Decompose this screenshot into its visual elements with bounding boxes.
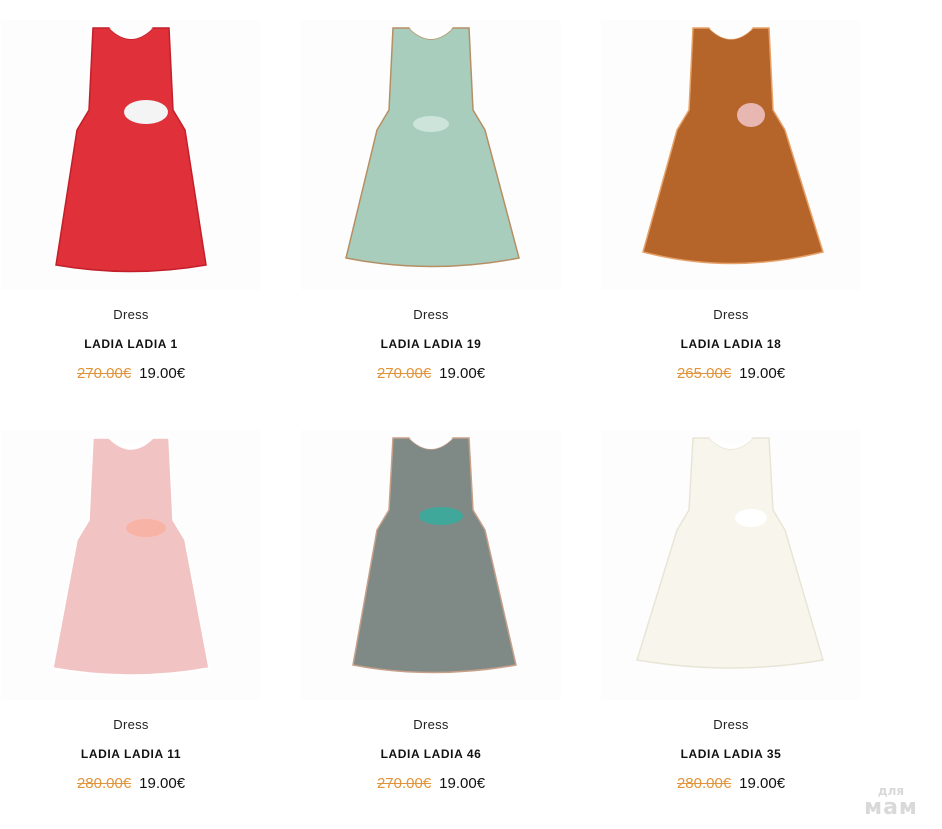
product-image[interactable] <box>601 20 861 290</box>
old-price: 265.00€ <box>676 365 732 382</box>
old-price: 270.00€ <box>76 365 132 382</box>
product-name[interactable]: LADIA LADIA 35 <box>601 747 861 761</box>
dress-image <box>52 437 210 676</box>
dress-flower <box>419 507 463 525</box>
sale-price: 19.00€ <box>439 365 486 382</box>
product-name[interactable]: LADIA LADIA 19 <box>301 337 561 351</box>
product-image[interactable] <box>601 430 861 700</box>
dress-flower <box>735 509 767 527</box>
price-row: 270.00€ 19.00€ <box>301 365 561 382</box>
dress-image <box>352 437 517 674</box>
dress-flower <box>124 100 168 124</box>
sale-price: 19.00€ <box>139 365 186 382</box>
product-category: Dress <box>113 307 149 322</box>
product-image[interactable] <box>1 430 261 700</box>
dress-image <box>636 437 824 669</box>
old-price: 270.00€ <box>376 365 432 382</box>
product-image[interactable] <box>1 20 261 290</box>
product-card[interactable]: Dress LADIA LADIA 1 270.00€ 19.00€ <box>1 20 261 410</box>
dress-flower <box>737 103 765 127</box>
sale-price: 19.00€ <box>439 775 486 792</box>
dress-image <box>55 27 207 273</box>
watermark-logo: для мам <box>856 785 926 819</box>
dress-body <box>352 437 517 674</box>
dress-body <box>636 437 824 669</box>
sale-price: 19.00€ <box>739 365 786 382</box>
product-category: Dress <box>713 717 749 732</box>
product-name[interactable]: LADIA LADIA 18 <box>601 337 861 351</box>
watermark-bottom: мам <box>864 795 918 820</box>
product-image[interactable] <box>301 430 561 700</box>
product-grid: Dress LADIA LADIA 1 270.00€ 19.00€ Dress … <box>0 0 942 829</box>
product-card[interactable]: Dress LADIA LADIA 19 270.00€ 19.00€ <box>301 20 561 410</box>
dress-body <box>345 27 520 268</box>
product-card[interactable]: Dress LADIA LADIA 35 280.00€ 19.00€ <box>601 430 861 820</box>
price-row: 280.00€ 19.00€ <box>1 775 261 792</box>
dress-bow <box>413 116 449 132</box>
product-category: Dress <box>113 717 149 732</box>
price-row: 265.00€ 19.00€ <box>601 365 861 382</box>
product-category: Dress <box>713 307 749 322</box>
product-card[interactable]: Dress LADIA LADIA 11 280.00€ 19.00€ <box>1 430 261 820</box>
dress-body <box>55 27 207 273</box>
product-card[interactable]: Dress LADIA LADIA 46 270.00€ 19.00€ <box>301 430 561 820</box>
product-name[interactable]: LADIA LADIA 1 <box>1 337 261 351</box>
dress-image <box>642 27 824 265</box>
price-row: 280.00€ 19.00€ <box>601 775 861 792</box>
old-price: 280.00€ <box>676 775 732 792</box>
sale-price: 19.00€ <box>139 775 186 792</box>
product-image[interactable] <box>301 20 561 290</box>
sale-price: 19.00€ <box>739 775 786 792</box>
price-row: 270.00€ 19.00€ <box>301 775 561 792</box>
product-category: Dress <box>413 307 449 322</box>
dress-body <box>52 437 210 676</box>
dress-body <box>642 27 824 265</box>
product-name[interactable]: LADIA LADIA 46 <box>301 747 561 761</box>
product-category: Dress <box>413 717 449 732</box>
dress-flower <box>126 519 166 537</box>
old-price: 280.00€ <box>76 775 132 792</box>
price-row: 270.00€ 19.00€ <box>1 365 261 382</box>
dress-image <box>345 27 520 268</box>
product-name[interactable]: LADIA LADIA 11 <box>1 747 261 761</box>
old-price: 270.00€ <box>376 775 432 792</box>
product-card[interactable]: Dress LADIA LADIA 18 265.00€ 19.00€ <box>601 20 861 410</box>
